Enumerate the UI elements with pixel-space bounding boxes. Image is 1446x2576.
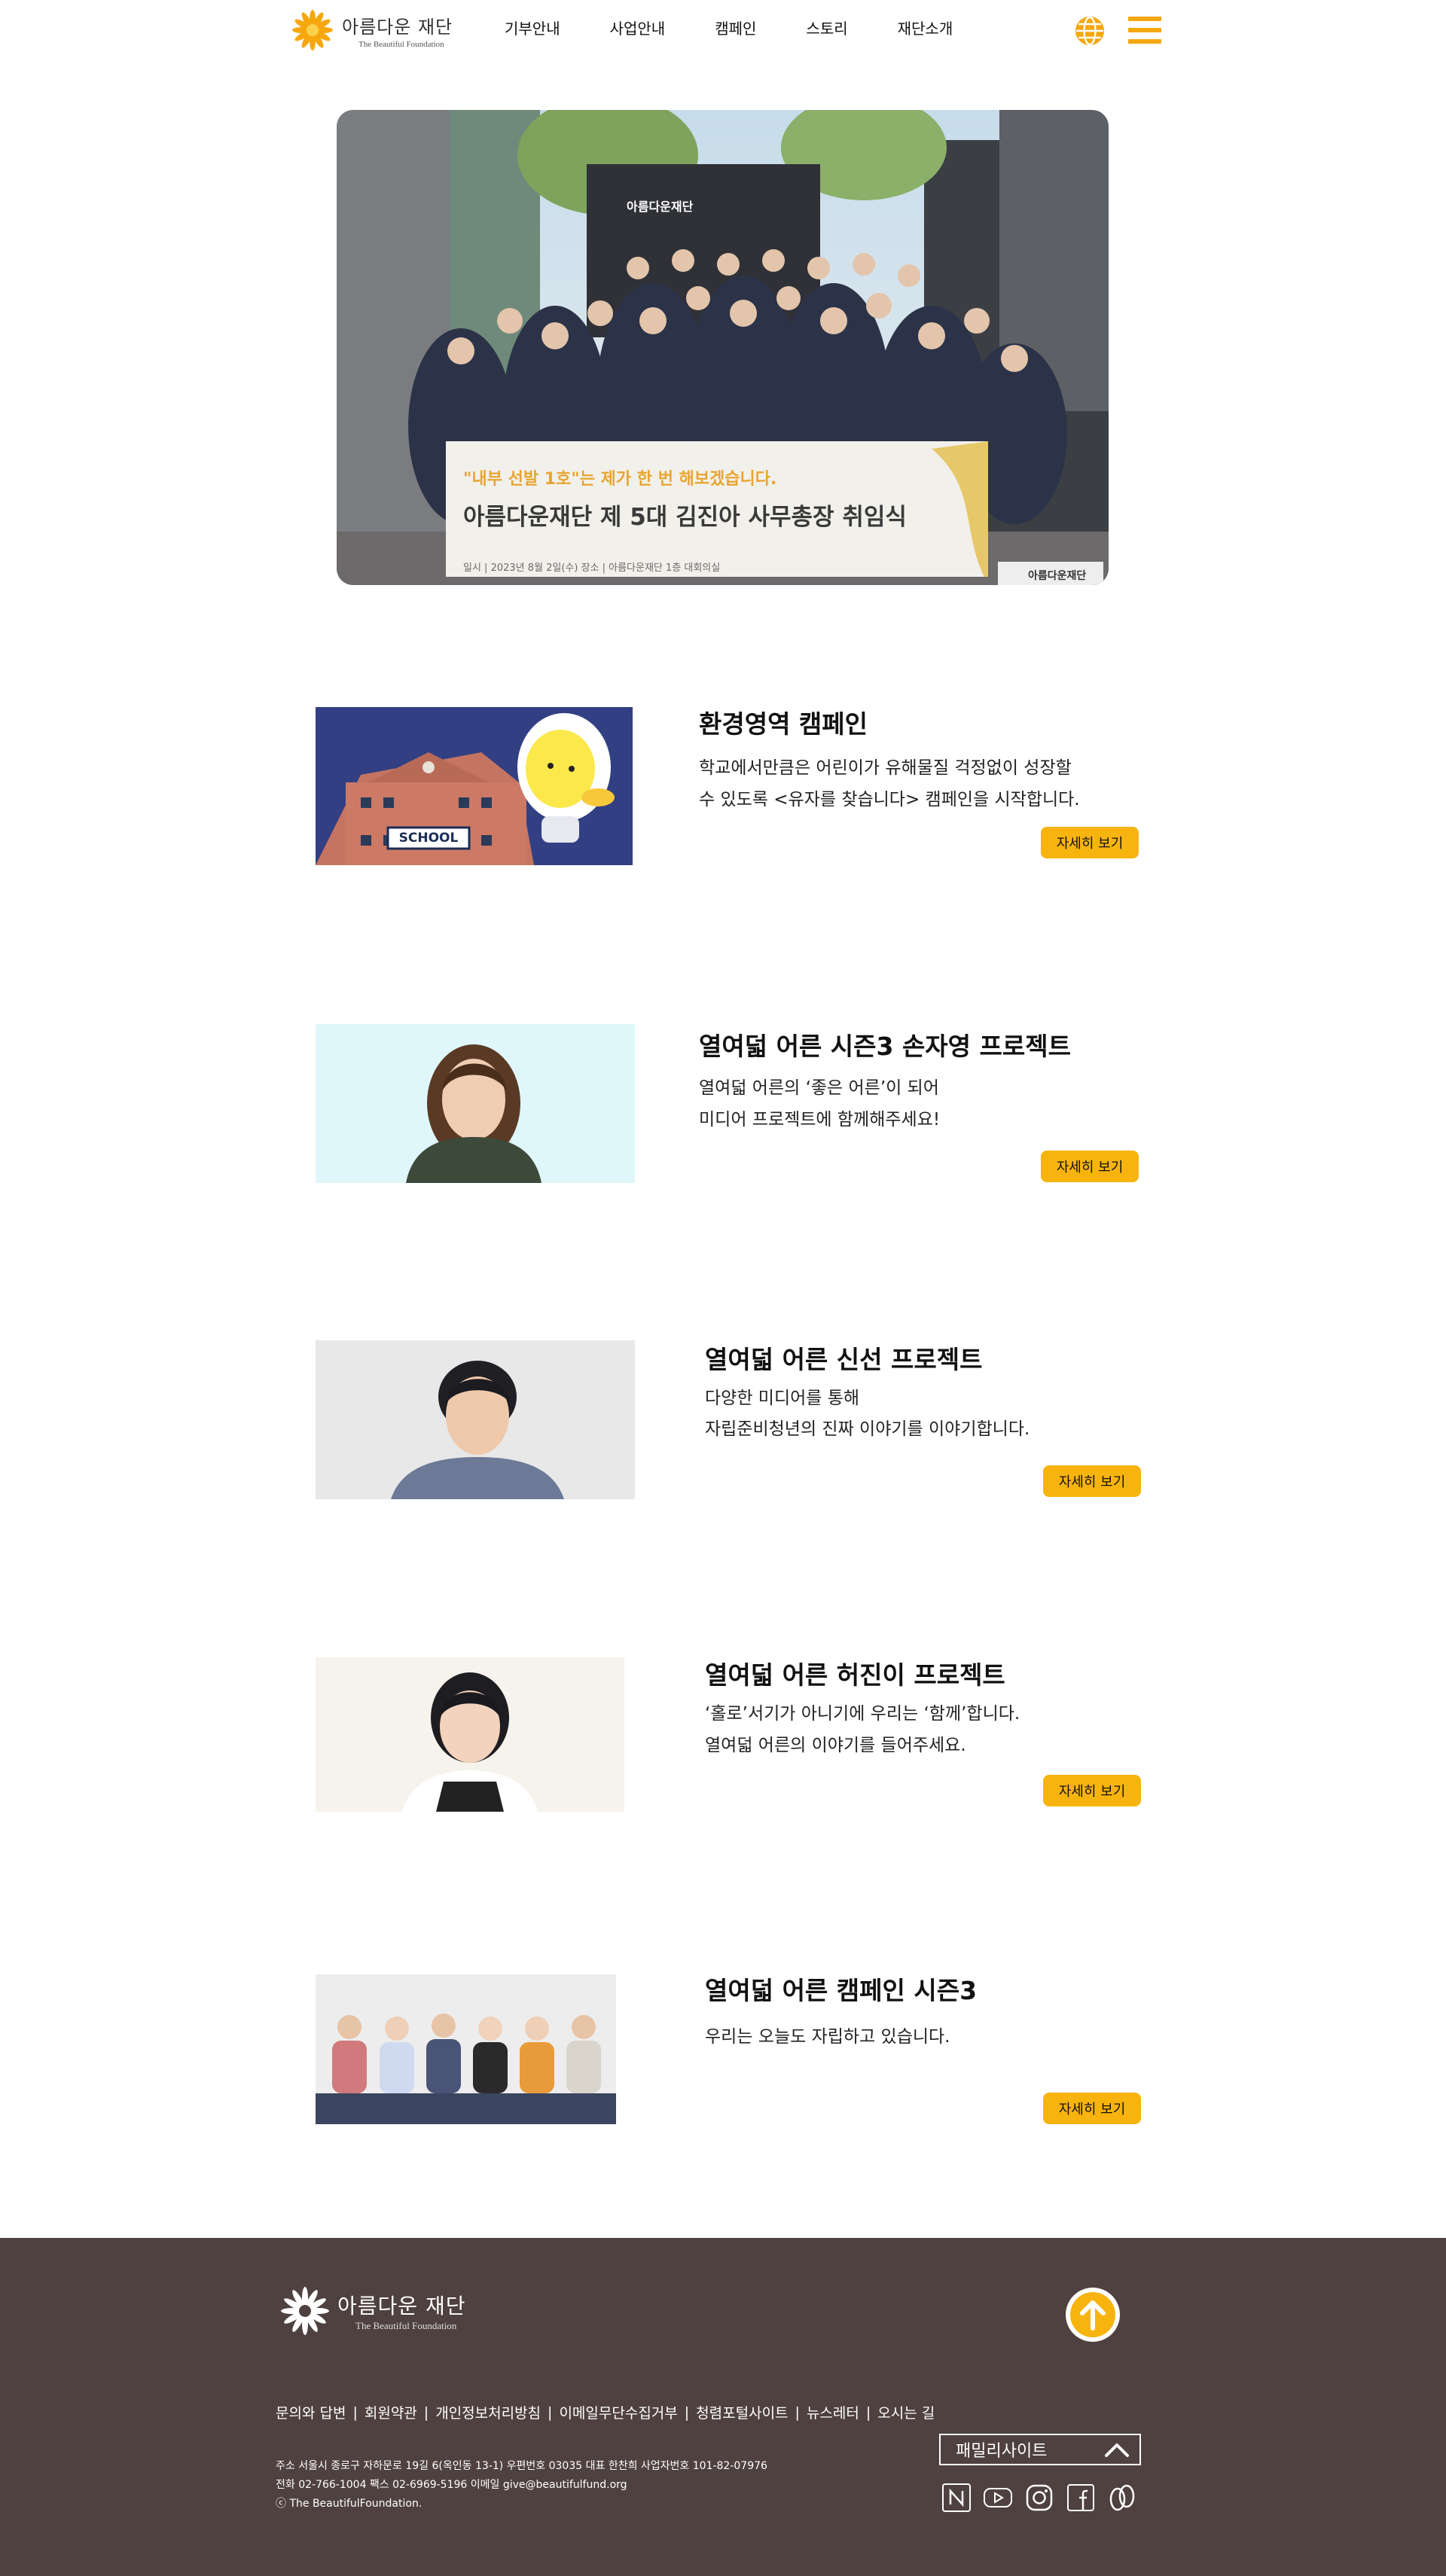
- arrow-up-icon: [1070, 2292, 1115, 2337]
- hero-banner[interactable]: 아름다운재단 "내부 선발 1호"는 제가 한 번 해보겠습니다. 아름다운재단…: [337, 110, 1109, 585]
- campaign-thumbnail[interactable]: [316, 1974, 616, 2124]
- nav-business[interactable]: 사업안내: [610, 17, 666, 38]
- campaign-thumbnail[interactable]: [316, 1340, 635, 1499]
- footer-logo-subtitle: The Beautiful Foundation: [355, 2320, 457, 2331]
- divider: |: [423, 2404, 429, 2421]
- footer-link-directions[interactable]: 오시는 길: [877, 2402, 935, 2422]
- hero-banner-line3: 일시 | 2023년 8월 2일(수) 장소 | 아름다운재단 1층 대회의실: [463, 562, 721, 574]
- chevron-up-icon: [1105, 2443, 1129, 2457]
- more-button[interactable]: 자세히 보기: [1041, 1151, 1139, 1182]
- campaign-desc-line1: 다양한 미디어를 통해: [705, 1389, 860, 1408]
- facebook-icon[interactable]: [1065, 2482, 1097, 2514]
- footer-link-terms[interactable]: 회원약관: [365, 2402, 417, 2422]
- campaign-title: 열여덟 어른 신선 프로젝트: [705, 1345, 983, 1374]
- campaign-desc-line1: 학교에서만큼은 어린이가 유해물질 걱정없이 성장할: [699, 758, 1072, 778]
- campaign-desc-line2: 열여덟 어른의 이야기를 들어주세요.: [705, 1736, 966, 1755]
- nav-story[interactable]: 스토리: [806, 17, 847, 38]
- youtube-icon[interactable]: [982, 2482, 1014, 2514]
- footer-links: 문의와 답변 | 회원약관 | 개인정보처리방침 | 이메일무단수집거부 | 청렴포털사…: [276, 2402, 935, 2422]
- footer-copyright: ⓒ The BeautifulFoundation.: [276, 2498, 423, 2510]
- divider: |: [865, 2404, 871, 2421]
- footer-link-newsletter[interactable]: 뉴스레터: [807, 2402, 859, 2422]
- divider: |: [352, 2404, 358, 2421]
- footer-link-privacy[interactable]: 개인정보처리방침: [435, 2402, 541, 2422]
- family-site-select[interactable]: 패밀리사이트: [939, 2434, 1141, 2465]
- campaign-thumbnail[interactable]: [316, 1657, 624, 1812]
- campaign-thumbnail[interactable]: [316, 1024, 635, 1183]
- hero-banner-line1: "내부 선발 1호"는 제가 한 번 해보겠습니다.: [463, 470, 777, 489]
- school-sign-text: SCHOOL: [398, 831, 459, 846]
- logo-title: 아름다운 재단: [342, 16, 453, 38]
- campaign-desc-line1: 우리는 오늘도 자립하고 있습니다.: [705, 2027, 950, 2047]
- logo-subtitle: The Beautiful Foundation: [358, 39, 444, 49]
- footer-contact: 전화 02-766-1004 팩스 02-6969-5196 이메일 give@…: [276, 2479, 627, 2491]
- instagram-icon[interactable]: [1023, 2482, 1055, 2514]
- footer-link-integrity[interactable]: 청렴포털사이트: [696, 2402, 788, 2422]
- scroll-to-top-button[interactable]: [1066, 2288, 1120, 2342]
- site-logo[interactable]: 아름다운 재단 The Beautiful Foundation: [289, 8, 455, 53]
- more-button[interactable]: 자세히 보기: [1043, 1465, 1141, 1497]
- menu-icon[interactable]: [1128, 17, 1161, 44]
- more-button[interactable]: 자세히 보기: [1043, 1775, 1141, 1806]
- divider: |: [548, 2404, 553, 2421]
- campaign-title: 열여덟 어른 허진이 프로젝트: [705, 1660, 1005, 1690]
- campaign-desc-line2: 자립준비청년의 진짜 이야기를 이야기합니다.: [705, 1419, 1030, 1439]
- globe-icon[interactable]: [1074, 15, 1106, 47]
- footer-logo[interactable]: 아름다운 재단 The Beautiful Foundation: [277, 2283, 465, 2339]
- footer-address: 주소 서울시 종로구 자하문로 19길 6(옥인동 13-1) 우편번호 030…: [276, 2460, 767, 2472]
- campaign-desc-line1: 열여덟 어른의 ‘좋은 어른’이 되어: [699, 1078, 939, 1098]
- hero-watermark: 아름다운재단: [1028, 570, 1087, 582]
- more-button[interactable]: 자세히 보기: [1043, 2093, 1141, 2124]
- nav-donation[interactable]: 기부안내: [505, 17, 560, 38]
- foundation-flower-icon: [292, 10, 333, 50]
- site-footer: 아름다운 재단 The Beautiful Foundation 문의와 답변 |…: [0, 2238, 1446, 2576]
- footer-link-inquiry[interactable]: 문의와 답변: [276, 2402, 346, 2422]
- campaign-title: 열여덟 어른 캠페인 시즌3: [705, 1976, 978, 2005]
- hero-banner-line2: 아름다운재단 제 5대 김진아 사무총장 취임식: [463, 504, 907, 531]
- site-header: 아름다운 재단 The Beautiful Foundation 기부안내 사업…: [0, 0, 1446, 60]
- hero-sign-text: 아름다운재단: [627, 200, 694, 214]
- campaign-title: 환경영역 캠페인: [699, 709, 868, 739]
- footer-logo-title: 아름다운 재단: [337, 2294, 466, 2318]
- divider: |: [795, 2404, 800, 2421]
- campaign-desc-line1: ‘홀로’서기가 아니기에 우리는 ‘함께’합니다.: [705, 1704, 1020, 1724]
- campaign-desc-line2: 수 있도록 <유자를 찾습니다> 캠페인을 시작합니다.: [699, 790, 1080, 809]
- campaign-title: 열여덟 어른 시즌3 손자영 프로젝트: [699, 1032, 1071, 1061]
- naver-icon[interactable]: [941, 2482, 972, 2514]
- social-links: [941, 2482, 1148, 2514]
- main-nav: 기부안내 사업안내 캠페인 스토리 재단소개: [505, 17, 1002, 38]
- campaign-desc-line2: 미디어 프로젝트에 함께해주세요!: [699, 1110, 941, 1129]
- divider: |: [684, 2404, 690, 2421]
- foundation-flower-icon: [281, 2287, 329, 2335]
- nav-about[interactable]: 재단소개: [898, 17, 953, 38]
- campaign-thumbnail[interactable]: SCHOOL: [316, 707, 633, 865]
- more-button[interactable]: 자세히 보기: [1041, 827, 1139, 858]
- nav-campaign[interactable]: 캠페인: [715, 17, 756, 38]
- family-site-label: 패밀리사이트: [956, 2442, 1048, 2461]
- footer-link-email-policy[interactable]: 이메일무단수집거부: [559, 2402, 677, 2422]
- blog-icon[interactable]: [1106, 2482, 1138, 2514]
